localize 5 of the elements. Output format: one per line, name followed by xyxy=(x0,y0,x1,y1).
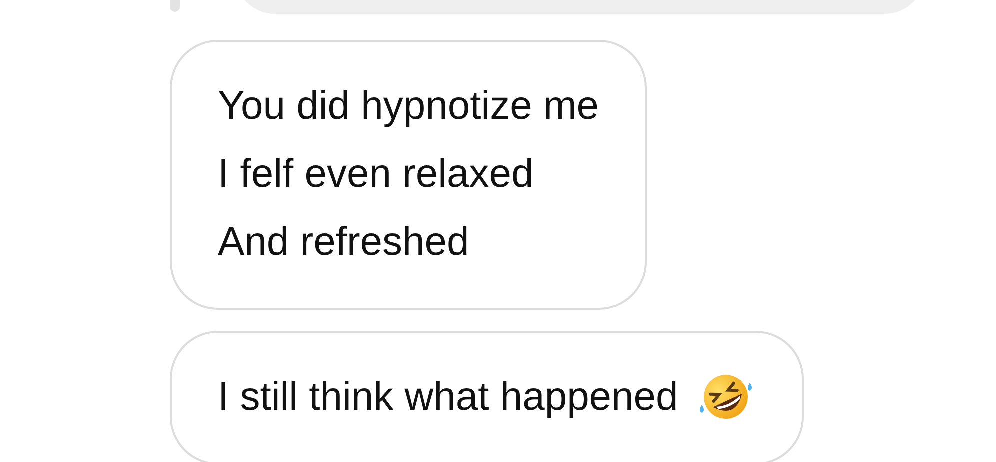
reply-indicator-bar xyxy=(170,0,180,12)
message-text: And refreshed xyxy=(218,219,470,266)
message-text: You did hypnotize me xyxy=(218,83,600,130)
message-text: I felf even relaxed xyxy=(218,151,535,198)
message-text: I still think what happened xyxy=(218,374,678,421)
